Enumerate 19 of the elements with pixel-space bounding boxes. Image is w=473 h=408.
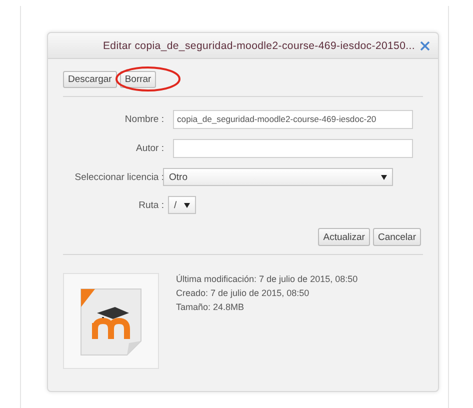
caret-icon xyxy=(381,174,387,180)
close-icon[interactable] xyxy=(420,40,430,50)
path-dropdown[interactable]: / xyxy=(168,196,196,214)
field-label: Ruta : xyxy=(138,200,164,210)
license-dropdown[interactable]: Otro xyxy=(163,168,393,186)
text-field[interactable] xyxy=(173,139,413,158)
dialog-title: Editar copia_de_seguridad-moodle2-course-469-iesdoc-20150... xyxy=(102,40,415,52)
action-button[interactable]: Actualizar xyxy=(318,228,370,246)
toolbar-button[interactable]: Borrar xyxy=(120,71,156,88)
caret-icon xyxy=(184,202,190,208)
field-label: Autor : xyxy=(135,143,164,154)
file-info-text: Última modificación: 7 de julio de 2015, 08:50 xyxy=(176,274,358,284)
file-info-text: Creado: 7 de julio de 2015, 08:50 xyxy=(176,288,310,298)
action-button[interactable]: Cancelar xyxy=(372,228,421,246)
file-info-text: Tamaño: 24.8MB xyxy=(176,302,246,312)
text-field[interactable]: copia_de_seguridad-moodle2-course-469-iesdoc-20 xyxy=(173,110,413,129)
toolbar-button[interactable]: Descargar xyxy=(63,71,117,88)
field-label: Seleccionar licencia : xyxy=(74,172,164,182)
field-label: Nombre : xyxy=(124,114,164,125)
